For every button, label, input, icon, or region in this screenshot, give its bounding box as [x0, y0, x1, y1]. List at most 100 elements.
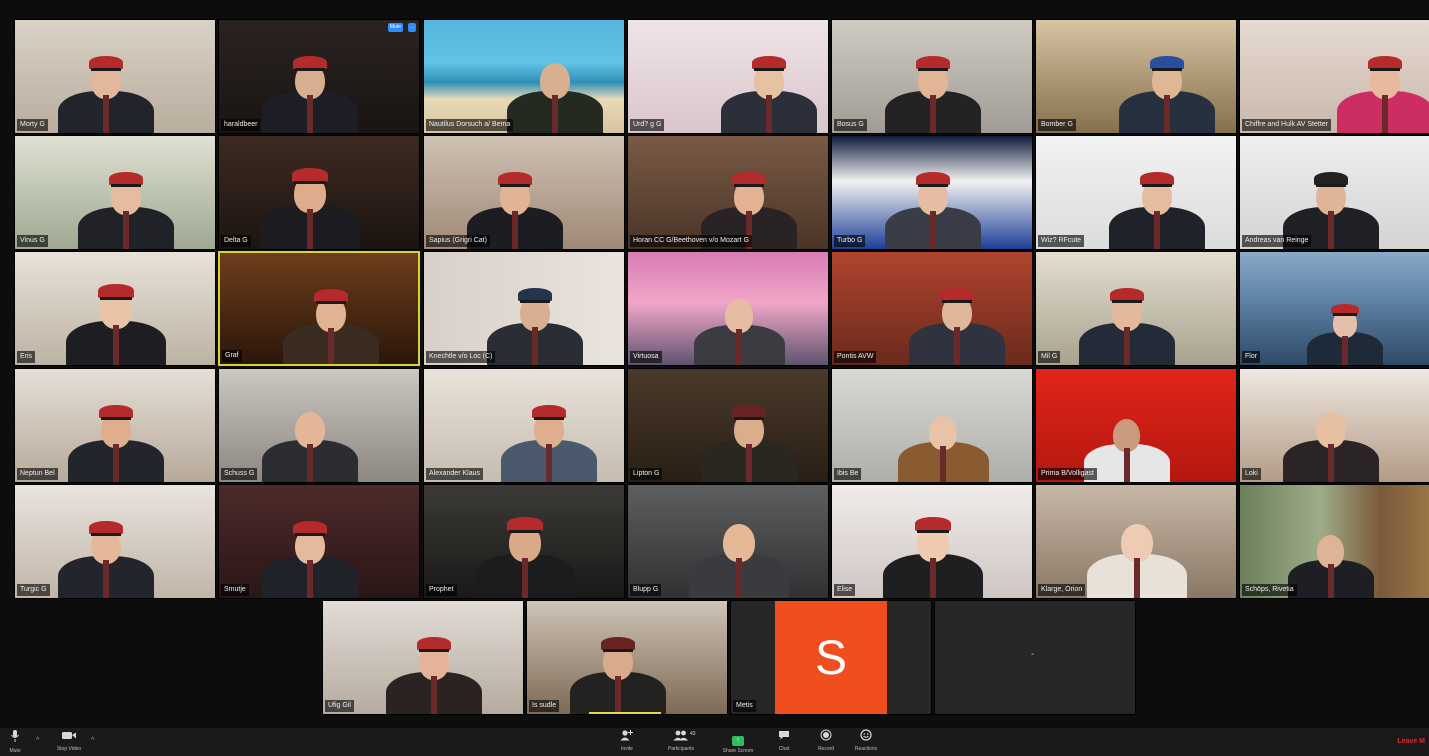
student-cap-brim	[1152, 68, 1183, 71]
participant-video-tile[interactable]: Wiz? RFcute	[1035, 135, 1237, 250]
reactions-button[interactable]: Reactions	[844, 729, 888, 755]
participant-tie	[940, 446, 947, 482]
participant-video-tile[interactable]: Schöps, Rivetia	[1239, 484, 1429, 599]
student-cap	[507, 517, 543, 531]
participant-tie	[328, 328, 335, 364]
participant-tie	[766, 95, 773, 133]
participant-tie	[1134, 557, 1140, 598]
participant-video-tile[interactable]: Graf	[218, 251, 420, 366]
participant-video-tile[interactable]: Knechtle v/o Loc (C)	[423, 251, 625, 366]
tile-mute-button[interactable]: Mute	[387, 23, 403, 32]
participant-face	[1315, 412, 1346, 448]
participant-tie	[1154, 211, 1161, 249]
participant-name-label: Alexander Klaus	[426, 468, 483, 480]
participant-video-tile[interactable]: Flor	[1239, 251, 1429, 366]
participant-video-tile[interactable]: Nautilus Dorsuch a/ Bema	[423, 19, 625, 134]
video-background	[935, 601, 1135, 714]
meeting-toolbar: Mute ^ Stop Video ^ Invite Participants …	[0, 728, 1429, 756]
leave-meeting-button[interactable]: Leave M	[1397, 738, 1425, 745]
participant-video-tile[interactable]: Blupp G	[627, 484, 829, 599]
participant-name-label: Graf	[222, 350, 242, 362]
participant-video-tile[interactable]: Pontis AVW	[831, 251, 1033, 366]
chat-button[interactable]: Chat	[764, 729, 804, 755]
participant-video-tile[interactable]: Vinus G	[14, 135, 216, 250]
participant-video-tile[interactable]: Smutje	[218, 484, 420, 599]
participant-video-tile[interactable]: Alexander Klaus	[423, 368, 625, 483]
participant-face	[1121, 524, 1153, 563]
participant-tie	[532, 327, 539, 365]
stop-video-button[interactable]: Stop Video	[48, 729, 90, 755]
participant-name-label: Blupp G	[630, 584, 662, 596]
participant-tie	[306, 95, 313, 133]
participant-video-tile[interactable]: Ibis Be	[831, 368, 1033, 483]
participant-video-tile[interactable]: Mil G	[1035, 251, 1237, 366]
participant-name-label: Neptun Bel	[17, 468, 58, 480]
participant-tie	[954, 327, 961, 365]
participant-tie	[614, 676, 621, 714]
student-cap-brim	[419, 649, 450, 652]
participant-name-label: Loki	[1242, 468, 1261, 480]
student-cap-brim	[734, 184, 765, 187]
participant-video-tile[interactable]: Morty G	[14, 19, 216, 134]
participant-video-tile[interactable]: Chiffre and Hulk AV Stetter	[1239, 19, 1429, 134]
participant-video-tile[interactable]: S Metis	[730, 600, 932, 715]
participant-video-tile[interactable]: Schuss G	[218, 368, 420, 483]
participant-name-label: Ufig Gil	[325, 700, 354, 712]
participant-video-tile[interactable]: Turbo G	[831, 135, 1033, 250]
record-button[interactable]: Record	[804, 729, 848, 755]
student-cap-brim	[294, 533, 325, 536]
gallery-view: Morty G haraldbeer Mute... Nautilus Dorsuch…	[0, 0, 1429, 728]
participant-tie	[1327, 444, 1334, 482]
video-camera-icon	[48, 729, 90, 745]
participant-video-tile[interactable]: Andreas van Reinge	[1239, 135, 1429, 250]
participant-video-tile[interactable]: Virtuosa	[627, 251, 829, 366]
share-screen-button[interactable]: ↑ Share Screen	[714, 729, 762, 755]
participant-tie	[1123, 327, 1130, 365]
student-cap-brim	[917, 529, 949, 533]
participant-tie	[736, 329, 743, 365]
participant-face	[723, 524, 755, 563]
participant-name-label: Flor	[1242, 351, 1261, 363]
audio-options-caret-icon[interactable]: ^	[36, 737, 39, 744]
video-options-caret-icon[interactable]: ^	[91, 737, 94, 744]
participant-tie	[113, 324, 119, 365]
participant-video-tile[interactable]: Turgic G	[14, 484, 216, 599]
participant-video-tile[interactable]: haraldbeer Mute...	[218, 19, 420, 134]
participants-button[interactable]: Participants 43	[656, 729, 706, 755]
participant-video-tile[interactable]: Elise	[831, 484, 1033, 599]
mute-button[interactable]: Mute	[0, 729, 30, 755]
participant-video-tile[interactable]: Bosus G	[831, 19, 1033, 134]
tile-more-button[interactable]: ...	[407, 23, 416, 32]
invite-button[interactable]: Invite	[604, 729, 650, 755]
participant-video-tile[interactable]: Klarge, Orion	[1035, 484, 1237, 599]
participant-video-tile[interactable]: Ufig Gil	[322, 600, 524, 715]
participant-name-label: Lipton G	[630, 468, 663, 480]
participant-name-label: Wiz? RFcute	[1038, 235, 1085, 247]
participant-video-tile[interactable]: Eris	[14, 251, 216, 366]
student-cap-brim	[1333, 313, 1358, 317]
student-cap-brim	[754, 68, 785, 71]
participant-video-tile[interactable]: Neptun Bel	[14, 368, 216, 483]
chat-label: Chat	[778, 746, 790, 752]
participant-name-label: Prophet	[426, 584, 457, 596]
student-cap-brim	[918, 184, 948, 187]
student-cap-brim	[1315, 184, 1346, 187]
speaking-indicator	[589, 712, 661, 714]
participants-count: 43	[690, 731, 696, 737]
student-cap-brim	[942, 300, 973, 303]
participant-video-tile[interactable]: Lipton G	[627, 368, 829, 483]
participant-video-tile[interactable]: Horan CC G/Beethoven v/o Mozart G	[627, 135, 829, 250]
participant-name-label: Smutje	[221, 584, 249, 596]
participant-video-tile[interactable]: Prophet	[423, 484, 625, 599]
participant-video-tile[interactable]: Sapius (Grigri Cat)	[423, 135, 625, 250]
participant-video-tile[interactable]: Urd? g G	[627, 19, 829, 134]
participant-video-tile[interactable]: -	[934, 600, 1136, 715]
participant-name-label: Metis	[733, 700, 756, 712]
participant-video-tile[interactable]: Is sudle	[526, 600, 728, 715]
participant-video-tile[interactable]: Loki	[1239, 368, 1429, 483]
participant-video-tile[interactable]: Prima B/Volligast	[1035, 368, 1237, 483]
participant-video-tile[interactable]: Delta G	[218, 135, 420, 250]
participant-name-label: Nautilus Dorsuch a/ Bema	[426, 119, 514, 131]
participant-name-label: Delta G	[221, 235, 251, 247]
participant-video-tile[interactable]: Bomber G	[1035, 19, 1237, 134]
